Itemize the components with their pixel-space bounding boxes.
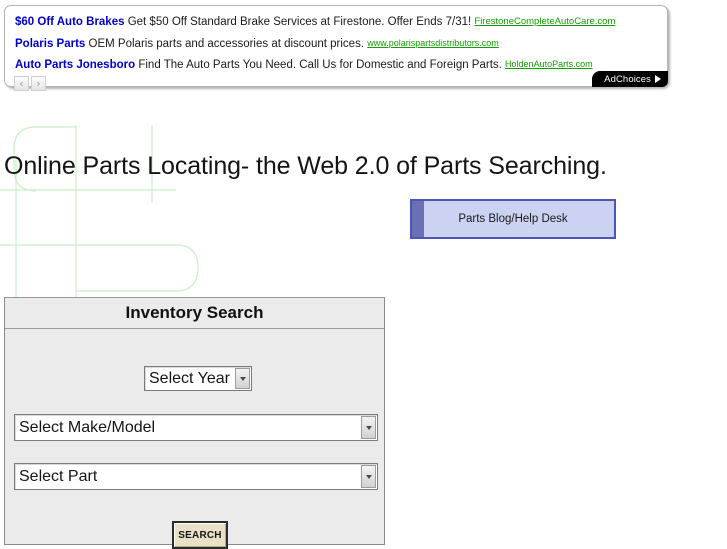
ad-item[interactable]: Auto Parts Jonesboro Find The Auto Parts…	[15, 57, 593, 72]
adchoices-label: AdChoices	[604, 73, 651, 85]
ad-description: Get $50 Off Standard Brake Services at F…	[127, 16, 472, 28]
select-year-dropdown[interactable]: Select Year	[144, 366, 252, 391]
chevron-down-icon[interactable]	[361, 465, 376, 488]
select-part-dropdown[interactable]: Select Part	[14, 463, 378, 490]
inventory-search-header: Inventory Search	[5, 298, 384, 329]
adchoices-badge[interactable]: AdChoices	[592, 71, 668, 87]
inventory-search-form: Select Year Select Make/Model Select Par…	[5, 329, 384, 549]
chevron-right-icon[interactable]: ›	[31, 76, 46, 91]
page-title: Online Parts Locating- the Web 2.0 of Pa…	[4, 152, 607, 180]
play-triangle-icon	[655, 75, 661, 83]
chevron-down-icon[interactable]	[361, 416, 376, 439]
select-year-value: Select Year	[149, 369, 230, 387]
select-make-model-dropdown[interactable]: Select Make/Model	[14, 414, 378, 441]
chevron-left-icon[interactable]: ‹	[14, 76, 29, 91]
ad-title[interactable]: $60 Off Auto Brakes	[15, 16, 125, 28]
select-part-value: Select Part	[19, 467, 98, 485]
ad-description: OEM Polaris parts and accessories at dis…	[88, 38, 365, 50]
background-watermark-decoration	[0, 125, 199, 305]
ad-title[interactable]: Polaris Parts	[15, 38, 85, 50]
ad-link[interactable]: FirestoneCompleteAutoCare.com	[474, 16, 615, 27]
button-left-accent-strip	[412, 201, 424, 237]
inventory-search-panel: Inventory Search Select Year Select Make…	[4, 297, 385, 549]
ad-link[interactable]: HoldenAutoParts.com	[505, 59, 593, 69]
chevron-down-icon[interactable]	[235, 368, 250, 389]
parts-blog-help-desk-button[interactable]: Parts Blog/Help Desk	[410, 199, 616, 239]
ad-item[interactable]: $60 Off Auto Brakes Get $50 Off Standard…	[15, 15, 615, 29]
ad-title[interactable]: Auto Parts Jonesboro	[15, 59, 135, 71]
advertisement-block: $60 Off Auto Brakes Get $50 Off Standard…	[4, 5, 668, 91]
select-make-model-value: Select Make/Model	[19, 418, 156, 436]
ad-description: Find The Auto Parts You Need. Call Us fo…	[138, 59, 502, 71]
parts-blog-help-desk-label: Parts Blog/Help Desk	[458, 213, 568, 225]
ad-item[interactable]: Polaris Parts OEM Polaris parts and acce…	[15, 36, 499, 51]
ad-pagination-controls: ‹ ›	[14, 76, 46, 91]
ad-link[interactable]: www.polarispartsdistributors.com	[367, 38, 499, 48]
